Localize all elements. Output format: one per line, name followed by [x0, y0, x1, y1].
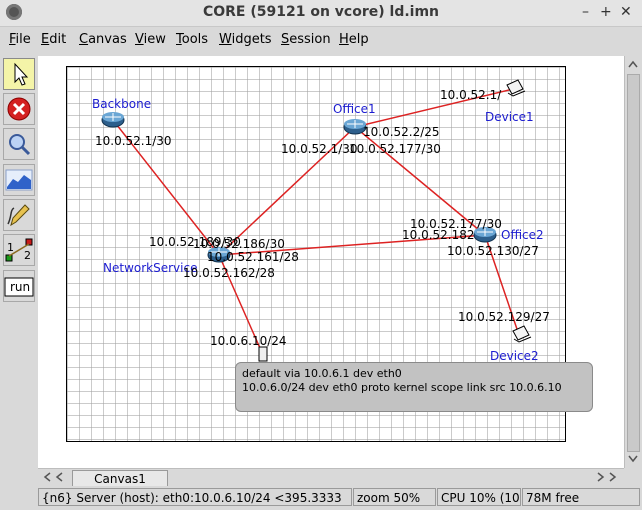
svg-text:1: 1 [7, 241, 14, 254]
router-backbone[interactable] [101, 112, 125, 128]
node-label-device2: Device2 [490, 349, 539, 363]
ip-label-office2-b: 10.0.52.182 [402, 228, 475, 242]
status-node-info: {n6} Server (host): eth0:10.0.6.10/24 <3… [38, 488, 352, 506]
status-cpu: CPU 10% (10 [437, 488, 521, 506]
menu-widgets[interactable]: Widgets [219, 32, 272, 47]
vertical-scrollbar[interactable] [624, 56, 641, 468]
ip-label-ns-d: 10.0.52.162/28 [183, 266, 275, 280]
zoom-tool-button[interactable] [3, 128, 35, 160]
minimize-button[interactable]: – [582, 4, 589, 20]
menu-bar: File Edit Canvas View Tools Widgets Sess… [0, 27, 642, 53]
status-bar: {n6} Server (host): eth0:10.0.6.10/24 <3… [0, 486, 642, 510]
arrow-cursor-icon [14, 62, 29, 86]
ip-label-office1-c: 10.0.52.177/30 [349, 142, 441, 156]
run-tool-label: run [10, 280, 30, 294]
ip-label-ns-c: 10.0.52.161/28 [207, 250, 299, 264]
ip-label-server: 10.0.6.10/24 [210, 334, 287, 348]
node-label-backbone: Backbone [92, 97, 151, 111]
ip-label-ns-b: 10.0.52.186/30 [193, 237, 285, 251]
maximize-button[interactable]: + [600, 4, 612, 20]
magnifier-icon [9, 134, 31, 156]
status-zoom: zoom 50% [353, 488, 436, 506]
node-label-device1: Device1 [485, 110, 534, 124]
twonode-tool-button[interactable]: 1 2 [3, 234, 35, 266]
menu-edit[interactable]: Edit [41, 32, 66, 47]
ip-label-office1-a: 10.0.52.2/25 [363, 125, 440, 139]
title-bar: CORE (59121 on vcore) ld.imn – + ✕ [0, 0, 642, 27]
stop-tool-button[interactable] [3, 93, 35, 125]
status-memory: 78M free [522, 488, 640, 506]
node-label-office2: Office2 [501, 228, 544, 242]
tool-palette: 1 2 run [0, 56, 38, 308]
menu-view[interactable]: View [135, 32, 166, 47]
pencil-icon [7, 204, 30, 227]
annotate-tool-button[interactable] [3, 199, 35, 231]
menu-session[interactable]: Session [281, 32, 331, 47]
run-tool-button[interactable]: run [3, 270, 35, 302]
ip-label-office2-c: 10.0.52.130/27 [447, 244, 539, 258]
tooltip-line-1: default via 10.0.6.1 dev eth0 [242, 367, 402, 380]
server-icon[interactable] [258, 346, 268, 362]
plot-tool-button[interactable] [3, 164, 35, 196]
two-node-icon: 1 2 [5, 238, 33, 262]
window-title: CORE (59121 on vcore) ld.imn [202, 4, 440, 20]
ip-label-backbone: 10.0.52.1/30 [95, 134, 172, 148]
vertical-scroll-thumb[interactable] [627, 74, 640, 452]
laptop-icon-device2[interactable] [512, 325, 532, 343]
ip-label-office1-b: 10.0.52.1/30 [281, 142, 358, 156]
menu-help[interactable]: Help [339, 32, 369, 47]
menu-tools[interactable]: Tools [176, 32, 208, 47]
route-tooltip: default via 10.0.6.1 dev eth0 10.0.6.0/2… [235, 362, 593, 412]
close-button[interactable]: ✕ [620, 4, 632, 20]
menu-file[interactable]: File [9, 32, 31, 47]
laptop-icon-device1[interactable] [506, 79, 526, 97]
menu-canvas[interactable]: Canvas [79, 32, 127, 47]
graph-icon [5, 169, 33, 191]
ip-label-device1: 10.0.52.1/ [440, 88, 502, 102]
node-label-office1: Office1 [333, 102, 376, 116]
tab-canvas1[interactable]: Canvas1 [72, 470, 168, 487]
ip-label-device2: 10.0.52.129/27 [458, 310, 550, 324]
stop-icon [7, 97, 31, 121]
select-tool-button[interactable] [3, 58, 35, 90]
run-tool-icon: run [4, 277, 34, 297]
tooltip-line-2: 10.0.6.0/24 dev eth0 proto kernel scope … [242, 381, 562, 394]
svg-text:2: 2 [24, 249, 31, 262]
